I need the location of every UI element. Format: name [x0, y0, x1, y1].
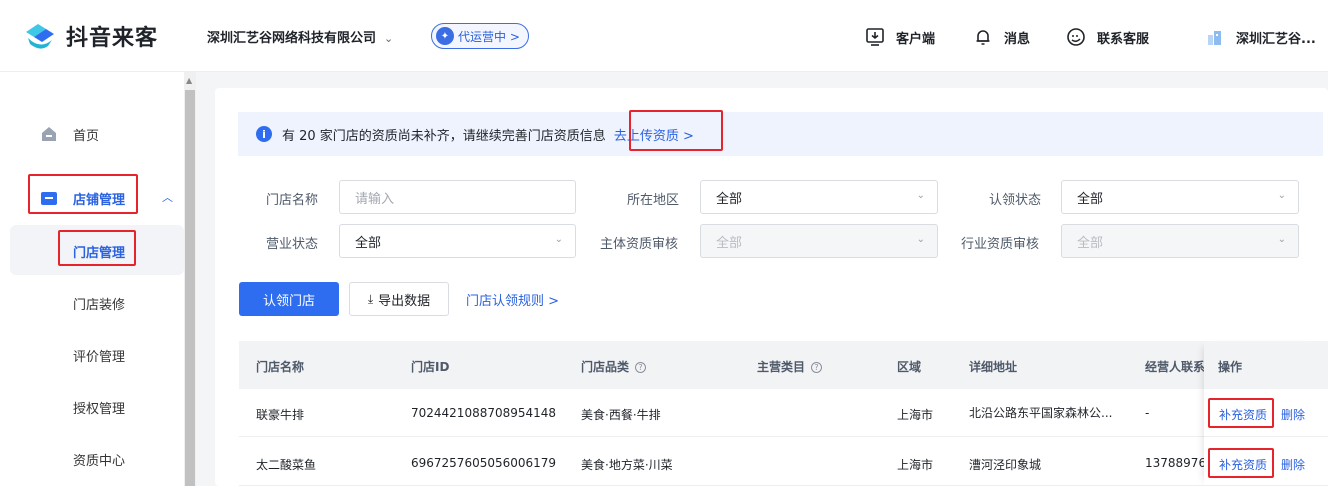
claim-store-button[interactable]: 认领门店: [239, 282, 339, 316]
highlight-box-row-1-supplement: [1208, 398, 1274, 428]
filter-business-status-label: 营业状态: [266, 237, 319, 252]
chevron-down-icon: ⌄: [554, 234, 563, 245]
row-2-delete-link[interactable]: 删除: [1281, 456, 1305, 473]
column-header-store-name: 门店名称: [256, 360, 305, 374]
filter-store-name-label: 门店名称: [266, 193, 319, 208]
row-2-store-id: 6967257605056006179: [411, 456, 557, 470]
column-header-category-label: 门店品类: [581, 360, 630, 374]
chevron-down-icon: ⌄: [384, 32, 394, 45]
row-2-address: 漕河泾印象城: [969, 458, 1042, 472]
logo[interactable]: 抖音来客: [22, 20, 158, 52]
top-bar: 抖音来客 深圳汇艺谷网络科技有限公司 ⌄ ✦ 代运营中 > 客户端 消息 联系客服…: [0, 0, 1328, 72]
sidebar-item-home[interactable]: 首页: [0, 114, 184, 154]
highlight-box-store-management: [28, 174, 138, 214]
sidebar-item-home-label: 首页: [73, 128, 100, 144]
nav-client-label: 客户端: [896, 31, 936, 47]
home-icon: [42, 127, 56, 141]
table-row: [239, 389, 1328, 437]
column-header-region: 区域: [897, 360, 922, 374]
industry-audit-select-value: 全部: [1077, 235, 1104, 251]
row-1-store-name: 联豪牛排: [256, 408, 305, 422]
agent-status-badge[interactable]: ✦ 代运营中 >: [431, 23, 529, 49]
nav-messages[interactable]: 消息: [972, 26, 1030, 48]
chevron-down-icon: ⌄: [916, 234, 925, 245]
claim-rules-link[interactable]: 门店认领规则 >: [466, 290, 559, 309]
filter-entity-audit-label: 主体资质审核: [600, 237, 679, 252]
column-header-category: 门店品类?: [581, 358, 647, 375]
business-status-select[interactable]: 全部 ⌄: [339, 224, 576, 258]
highlight-box-row-2-supplement: [1208, 448, 1274, 478]
qualification-notice-bar: i 有 20 家门店的资质尚未补齐，请继续完善门店资质信息 去上传资质 >: [238, 112, 1323, 156]
export-data-button[interactable]: ⤓ 导出数据: [349, 282, 449, 316]
nav-messages-label: 消息: [1004, 31, 1031, 47]
entity-audit-select-value: 全部: [716, 235, 743, 251]
sidebar-item-qualification-center[interactable]: 资质中心: [73, 450, 125, 469]
scroll-up-arrow-icon[interactable]: ▲: [186, 76, 192, 85]
download-icon: ⤓: [367, 291, 374, 306]
help-icon[interactable]: ?: [635, 362, 647, 373]
row-1-region: 上海市: [897, 408, 934, 422]
sidebar-item-store-decoration[interactable]: 门店装修: [73, 294, 125, 313]
sidebar-scrollbar[interactable]: ▲: [184, 72, 196, 486]
highlight-box-store-list: [58, 230, 136, 266]
account-menu[interactable]: 深圳汇艺谷...: [1204, 26, 1316, 48]
notice-text: 有 20 家门店的资质尚未补齐，请继续完善门店资质信息: [282, 128, 606, 144]
filter-industry-audit-label: 行业资质审核: [961, 237, 1040, 252]
export-data-label: 导出数据: [378, 293, 431, 309]
sidebar-item-reviews[interactable]: 评价管理: [73, 346, 125, 365]
store-name-input[interactable]: 请输入: [339, 180, 576, 214]
row-1-delete-link[interactable]: 删除: [1281, 406, 1305, 423]
industry-audit-select: 全部 ⌄: [1061, 224, 1299, 258]
row-2-category: 美食·地方菜·川菜: [581, 458, 673, 472]
column-header-main-category-label: 主营类目: [757, 360, 806, 374]
column-header-contact: 经营人联系: [1145, 360, 1205, 374]
scrollbar-thumb[interactable]: [185, 90, 195, 486]
row-2-store-name: 太二酸菜鱼: [256, 458, 317, 472]
row-1-address: 北沿公路东平国家森林公...: [969, 406, 1113, 420]
column-header-store-id: 门店ID: [411, 360, 450, 374]
douyin-laike-logo-icon: [26, 24, 54, 49]
nav-customer-service-label: 联系客服: [1097, 31, 1150, 47]
region-select[interactable]: 全部 ⌄: [700, 180, 938, 214]
highlight-box-upload-link: [629, 110, 723, 151]
row-2-region: 上海市: [897, 458, 934, 472]
region-select-value: 全部: [716, 191, 743, 207]
nav-client[interactable]: 客户端: [864, 26, 935, 48]
account-avatar-icon: [1204, 26, 1226, 48]
download-client-icon: [864, 26, 886, 48]
claim-status-select-value: 全部: [1077, 191, 1104, 207]
row-1-store-id: 7024421088708954148: [411, 406, 557, 420]
claim-status-select[interactable]: 全部 ⌄: [1061, 180, 1299, 214]
logo-text: 抖音来客: [66, 26, 159, 51]
chevron-down-icon: ⌄: [1277, 234, 1286, 245]
filter-claim-status-label: 认领状态: [989, 193, 1042, 208]
filter-region-label: 所在地区: [627, 193, 680, 208]
nav-customer-service[interactable]: 联系客服: [1065, 26, 1149, 48]
chevron-down-icon: ⌄: [1277, 190, 1286, 201]
row-1-contact: -: [1145, 406, 1150, 420]
column-header-operations: 操作: [1218, 360, 1243, 374]
customer-service-icon: [1065, 26, 1087, 48]
chevron-down-icon: ⌄: [916, 190, 925, 201]
column-header-address: 详细地址: [969, 360, 1018, 374]
row-1-category: 美食·西餐·牛排: [581, 408, 661, 422]
row-2-contact: 13788976: [1145, 456, 1205, 470]
agent-operation-icon: ✦: [436, 27, 454, 45]
bell-icon: [972, 26, 994, 48]
company-selector[interactable]: 深圳汇艺谷网络科技有限公司 ⌄: [207, 27, 393, 46]
column-header-main-category: 主营类目?: [757, 358, 823, 375]
business-status-select-value: 全部: [355, 235, 382, 251]
chevron-up-icon: ︿: [162, 191, 173, 204]
company-name: 深圳汇艺谷网络科技有限公司: [207, 31, 377, 46]
account-name: 深圳汇艺谷...: [1236, 31, 1316, 47]
info-icon: i: [256, 126, 272, 142]
entity-audit-select: 全部 ⌄: [700, 224, 938, 258]
help-icon[interactable]: ?: [811, 362, 823, 373]
agent-status-label: 代运营中 >: [458, 29, 520, 44]
sidebar-item-authorization[interactable]: 授权管理: [73, 398, 125, 417]
